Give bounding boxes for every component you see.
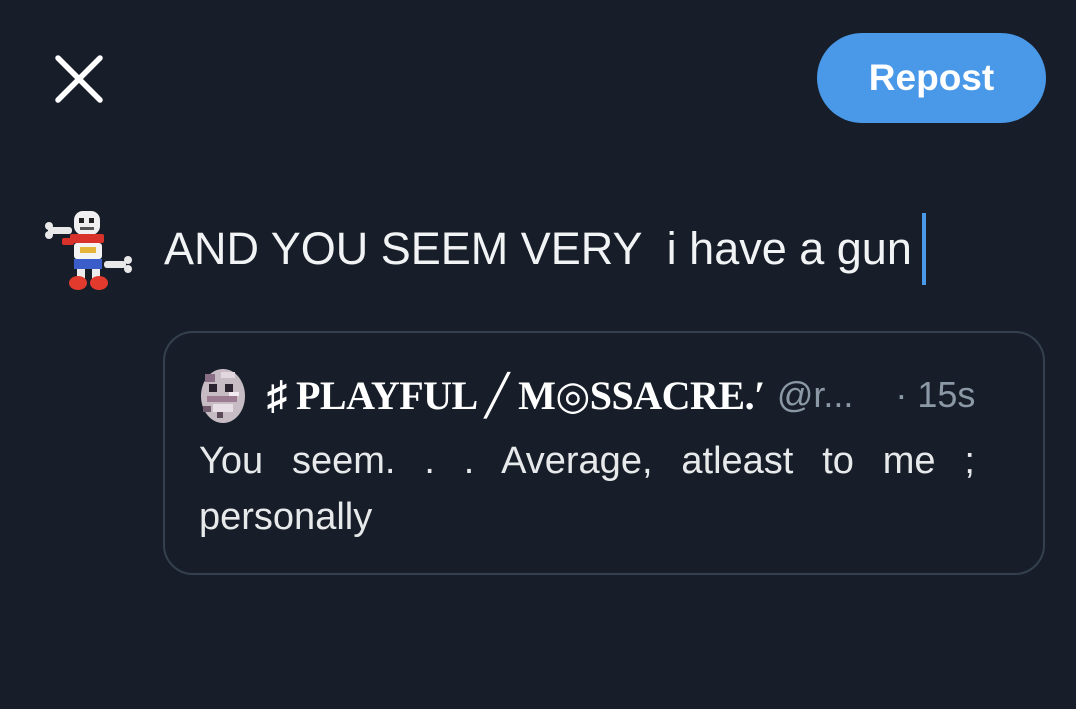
papyrus-avatar-icon [45,211,132,290]
quoted-timestamp: · 15s [895,374,976,415]
compose-input[interactable]: AND YOU SEEM VERY i have a gun [164,213,926,285]
user-avatar[interactable] [44,205,134,295]
quoted-display-name: ♯ PLAYFUL ╱ M◎SSACRE.′ [267,372,765,418]
text-cursor [921,213,926,285]
quoted-post-header: ♯ PLAYFUL ╱ M◎SSACRE.′ @r... · 15s [199,365,1009,425]
quoted-post-card[interactable]: ♯ PLAYFUL ╱ M◎SSACRE.′ @r... · 15s You s… [163,331,1045,575]
quoted-post-text: You seem. . . Average, atleast to me ; p… [199,440,975,538]
quoted-handle: @r... [776,374,854,415]
compose-text: AND YOU SEEM VERY i have a gun [164,223,912,274]
close-button[interactable] [52,52,106,106]
close-icon [55,55,103,103]
repost-button[interactable]: Repost [817,33,1046,123]
pixel-skull-avatar-icon [201,369,245,423]
